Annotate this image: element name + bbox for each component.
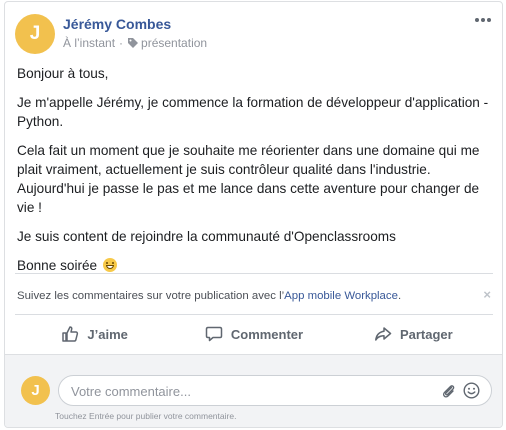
comment-hint: Touchez Entrée pour publier votre commen… [55, 411, 237, 421]
share-arrow-icon [374, 327, 392, 341]
workplace-app-link[interactable]: App mobile Workplace [284, 290, 398, 302]
author-avatar[interactable]: J [15, 14, 55, 54]
grinning-emoji-icon [102, 258, 117, 272]
timestamp[interactable]: À l’instant [63, 36, 115, 50]
like-label: J’aime [87, 326, 128, 342]
post-tag[interactable]: présentation [141, 36, 207, 50]
post-paragraph: Je m'appelle Jérémy, je commence la form… [17, 95, 489, 129]
thumbs-up-icon [62, 326, 79, 342]
post-actions: J’aime Commenter Partager [15, 316, 493, 352]
post-card: J Jérémy Combes À l’instant · présentati… [4, 1, 503, 428]
meta-separator: · [119, 36, 124, 50]
post-paragraph: Bonjour à tous, [17, 66, 109, 81]
post-paragraph: Je suis content de rejoindre la communau… [17, 229, 396, 244]
post-paragraph: Cela fait un moment que je souhaite me r… [17, 143, 480, 215]
post-closing: Bonne soirée [17, 258, 98, 273]
notice-end: . [397, 290, 402, 302]
share-label: Partager [399, 326, 453, 342]
post-body: Bonjour à tous, Je m'appelle Jérémy, je … [17, 64, 497, 285]
notice-close-icon[interactable]: × [483, 287, 491, 302]
comment-bubble-icon [205, 326, 223, 342]
post-meta: À l’instant · présentation [63, 36, 207, 50]
divider [15, 273, 493, 274]
commenter-avatar: J [21, 376, 50, 405]
notice-text: Suivez les commentaires sur votre public… [17, 290, 285, 302]
comment-button[interactable]: Commenter [174, 316, 333, 352]
comment-label: Commenter [230, 326, 304, 342]
share-button[interactable]: Partager [334, 316, 493, 352]
post-header: J Jérémy Combes À l’instant · présentati… [5, 2, 502, 60]
comment-input[interactable]: Votre commentaire... [58, 375, 492, 406]
author-name[interactable]: Jérémy Combes [63, 16, 171, 32]
like-button[interactable]: J’aime [15, 316, 174, 352]
app-notice: Suivez les commentaires sur votre public… [17, 290, 401, 302]
more-icon[interactable] [475, 18, 491, 24]
divider [15, 314, 493, 315]
paperclip-icon[interactable] [440, 382, 456, 399]
tag-icon [128, 38, 139, 48]
comment-area: J Votre commentaire... Touchez Entrée po… [5, 354, 502, 427]
smiley-icon[interactable] [463, 382, 480, 399]
